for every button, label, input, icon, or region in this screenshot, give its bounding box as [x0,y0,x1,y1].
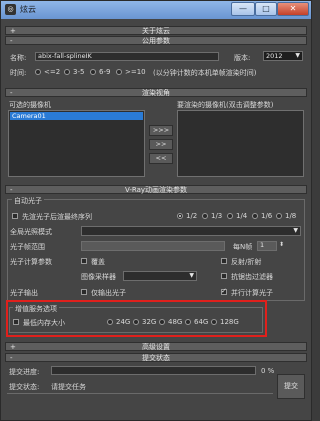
add-button[interactable]: >> [149,139,173,150]
every-n-label: 每N帧 [233,243,253,251]
photon-range-field[interactable] [81,241,225,251]
rollout-title: V-Ray动画渲染参数 [124,186,188,194]
highlight-box [6,300,267,337]
photon-range-label: 光子帧范围 [10,243,45,251]
antialias-filter-label: 抗锯齿过滤器 [231,273,273,281]
chevron-down-icon: ▼ [295,52,300,59]
remove-button[interactable]: << [149,153,173,164]
auto-photon-group-title: 自动光子 [12,196,44,206]
progress-label: 提交进度: [9,368,40,376]
ratio-label: 1/6 [261,212,273,220]
expand-icon: + [10,27,16,35]
time-option-label: <=2 [44,68,61,76]
image-sampler-label: 图像采样器 [81,273,116,281]
version-label: 版本: [234,54,251,62]
submit-progress-bar [51,366,256,375]
only-output-photon-label: 仅输出光子 [91,289,126,297]
divider [7,393,273,394]
title-bar: ◎ 炫云 — □ ✕ [1,1,311,19]
overwrite-checkbox[interactable] [81,258,87,264]
chevron-down-icon: ▼ [189,272,194,279]
collapse-icon: - [10,37,13,45]
time-radio-3-5[interactable] [64,69,70,75]
version-value: 2012 [266,52,283,60]
rollout-about[interactable]: + 关于炫云 [5,26,307,35]
time-radio-6-9[interactable] [90,69,96,75]
time-label: 时间: [10,69,27,77]
parallel-photon-checkbox[interactable] [221,287,227,295]
image-sampler-select[interactable]: ▼ [123,271,197,281]
minimize-button[interactable]: — [231,2,255,16]
collapse-icon: - [10,89,13,97]
version-select[interactable]: 2012 ▼ [263,51,303,61]
time-note: (以分钟计数的本机单帧渲染时间) [153,69,257,77]
reflect-refract-checkbox[interactable] [221,258,227,264]
expand-icon: + [10,343,16,351]
rollout-advanced[interactable]: + 高级设置 [5,342,307,351]
ratio-label: 1/8 [285,212,297,220]
every-n-spinner[interactable]: 1 [257,241,277,251]
ratio-radio-1-6[interactable] [252,213,258,219]
photon-calc-label: 光子计算参数 [10,258,52,266]
reflect-refract-label: 反射/折射 [231,258,262,266]
ratio-radio-1-8[interactable] [276,213,282,219]
available-cameras-label: 可选的摄像机 [9,101,51,109]
gi-mode-select[interactable]: ▼ [81,226,301,236]
rollout-submit[interactable]: - 提交状态 [5,353,307,362]
selected-cameras-list[interactable] [177,110,304,177]
add-all-button[interactable]: >>> [149,125,173,136]
time-option-label: 3-5 [73,68,85,76]
maximize-button[interactable]: □ [255,2,277,16]
rollout-common[interactable]: - 公用参数 [5,36,307,45]
rollout-title: 公用参数 [142,37,170,45]
time-option-label: 6-9 [99,68,111,76]
rollout-title: 关于炫云 [142,27,170,35]
selected-cameras-label: 要渲染的摄像机(双击调整参数) [177,101,274,109]
progress-percent: 0 % [261,367,275,375]
rollout-title: 高级设置 [142,343,170,351]
chevron-down-icon: ▼ [293,227,298,234]
ratio-radio-1-4[interactable] [227,213,233,219]
overwrite-label: 覆盖 [91,258,105,266]
status-value: 请提交任务 [51,383,86,391]
time-option-label: >=10 [125,68,146,76]
time-radio-ge10[interactable] [116,69,122,75]
rollout-title: 提交状态 [142,354,170,362]
ratio-label: 1/3 [211,212,223,220]
gi-mode-label: 全局光照模式 [10,228,52,236]
ratio-label: 1/2 [186,212,198,220]
only-output-photon-checkbox[interactable] [81,289,87,295]
photon-first-label: 先渲光子后渲最终序列 [22,213,92,221]
available-cameras-list[interactable]: Camera01 [8,110,145,177]
spinner-arrows-icon[interactable]: ⬍ [279,241,284,248]
time-radio-le2[interactable] [35,69,41,75]
ratio-label: 1/4 [236,212,248,220]
list-item[interactable]: Camera01 [10,112,143,120]
submit-button[interactable]: 提交 [277,374,305,399]
app-logo-icon: ◎ [5,4,16,15]
rollout-cameras[interactable]: - 渲染视角 [5,88,307,97]
status-label: 提交状态: [9,383,40,391]
rollout-vray[interactable]: - V-Ray动画渲染参数 [5,185,307,194]
ratio-radio-1-3[interactable] [202,213,208,219]
app-window: ◎ 炫云 — □ ✕ + 关于炫云 - 公用参数 名称: abix-fall-s… [0,0,312,421]
antialias-filter-checkbox[interactable] [221,273,227,279]
name-field[interactable]: abix-fall-splineIK [35,52,219,61]
collapse-icon: - [10,354,13,362]
ratio-radio-1-2[interactable] [177,213,183,219]
name-label: 名称: [10,54,27,62]
photon-first-checkbox[interactable] [12,213,18,219]
rollout-title: 渲染视角 [142,89,170,97]
window-title: 炫云 [20,5,36,14]
photon-output-label: 光子输出 [10,289,38,297]
parallel-photon-label: 并行计算光子 [231,289,273,297]
collapse-icon: - [10,186,13,194]
close-button[interactable]: ✕ [277,2,309,16]
